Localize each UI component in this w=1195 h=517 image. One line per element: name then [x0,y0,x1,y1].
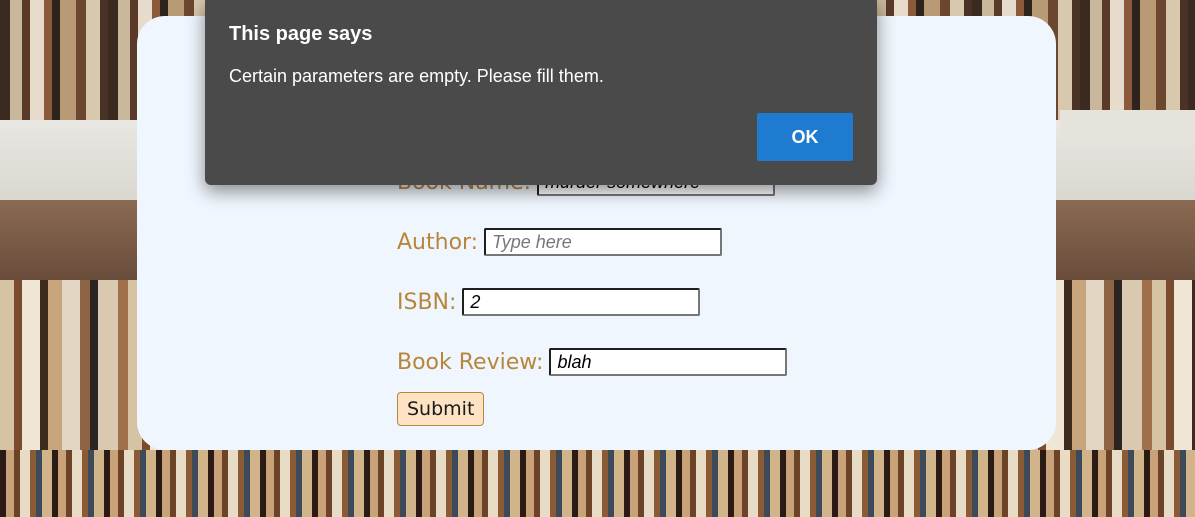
bookshelf-bottom-strip [0,450,1195,517]
author-row: Author: [397,228,723,256]
author-input[interactable] [484,228,723,256]
book-review-label: Book Review: [397,349,544,375]
book-review-input[interactable] [549,348,788,376]
book-review-row: Book Review: [397,348,788,376]
isbn-input[interactable] [462,288,701,316]
ok-button[interactable]: OK [757,113,853,161]
shelf-plank-right [1060,110,1195,140]
alert-dialog: This page says Certain parameters are em… [205,0,877,185]
author-label: Author: [397,229,479,255]
dialog-title: This page says [229,23,373,45]
isbn-label: ISBN: [397,289,457,315]
isbn-row: ISBN: [397,288,701,316]
dialog-message: Certain parameters are empty. Please fil… [229,66,604,86]
submit-button[interactable]: Submit [397,392,485,426]
